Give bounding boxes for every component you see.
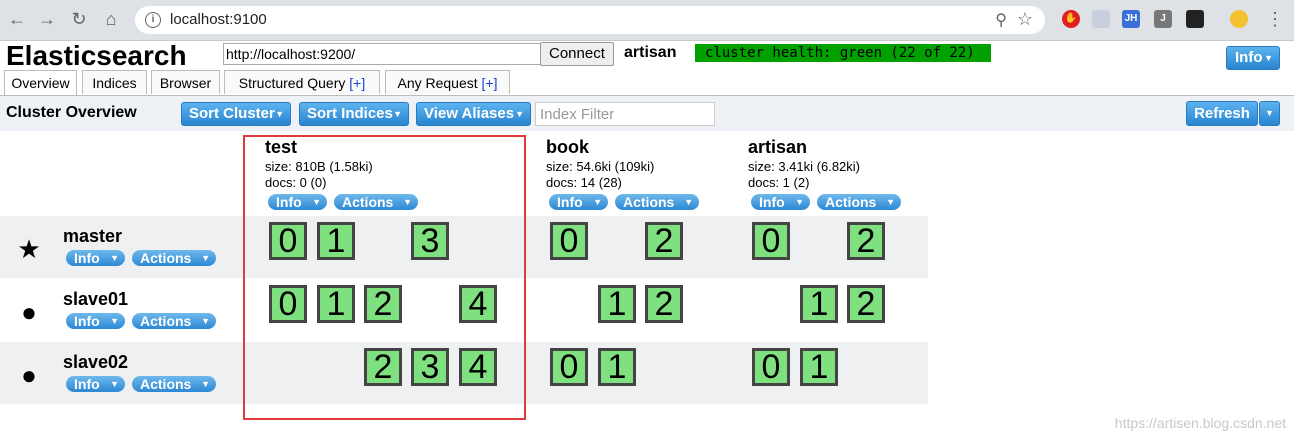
index-docs: docs: 1 (2): [748, 175, 810, 190]
app-title: Elasticsearch: [6, 40, 187, 71]
chevron-down-icon: ▼: [110, 253, 119, 263]
tab-indices[interactable]: Indices: [82, 70, 147, 94]
chevron-down-icon: ▼: [1265, 108, 1274, 118]
node-actions-button[interactable]: Actions ▼: [132, 376, 216, 392]
shard-artisan-0[interactable]: 0: [752, 222, 790, 260]
refresh-button[interactable]: Refresh: [1186, 101, 1258, 126]
chevron-down-icon: ▼: [393, 109, 402, 119]
forward-icon[interactable]: →: [36, 8, 58, 30]
tab-browser[interactable]: Browser: [151, 70, 220, 94]
connect-button[interactable]: Connect: [540, 42, 614, 66]
emoji-extension-icon[interactable]: [1230, 10, 1248, 28]
index-size: size: 54.6ki (109ki): [546, 159, 655, 174]
badge-extension-icon[interactable]: [1186, 10, 1204, 28]
json-extension-icon[interactable]: J: [1154, 10, 1172, 28]
chevron-down-icon: ▼: [684, 197, 693, 207]
shard-book-1[interactable]: 1: [598, 348, 636, 386]
node-info-button[interactable]: Info ▼: [66, 313, 125, 329]
node-actions-button[interactable]: Actions ▼: [132, 250, 216, 266]
tab-overview[interactable]: Overview: [4, 70, 77, 96]
address-url: localhost:9100: [170, 11, 267, 28]
tab-structured-query[interactable]: Structured Query [+]: [224, 70, 380, 94]
address-bar[interactable]: i localhost:9100 ⚲ ☆: [135, 6, 1045, 34]
chevron-down-icon: ▼: [201, 316, 210, 326]
node-info-button[interactable]: Info ▼: [66, 376, 125, 392]
index-actions-button[interactable]: Actions ▼: [615, 194, 699, 210]
node-dot-icon: ●: [21, 297, 37, 327]
shard-artisan-2[interactable]: 2: [847, 285, 885, 323]
node-name: slave01: [63, 289, 129, 309]
index-actions-button[interactable]: Actions ▼: [817, 194, 901, 210]
node-name: master: [63, 226, 123, 246]
browser-toolbar: ← → ↻ ⌂ i localhost:9100 ⚲ ☆ ✋ JH J ⋮: [0, 0, 1294, 41]
index-name: book: [546, 137, 589, 157]
chevron-down-icon: ▼: [795, 197, 804, 207]
shard-book-1[interactable]: 1: [598, 285, 636, 323]
chevron-down-icon: ▼: [201, 253, 210, 263]
site-info-icon[interactable]: i: [145, 12, 161, 28]
chevron-down-icon: ▼: [275, 109, 284, 119]
cluster-overview-title: Cluster Overview: [6, 104, 137, 121]
shard-artisan-0[interactable]: 0: [752, 348, 790, 386]
zoom-icon[interactable]: ⚲: [995, 10, 1007, 30]
view-aliases-button[interactable]: View Aliases ▼: [416, 102, 531, 126]
chevron-down-icon: ▼: [1264, 53, 1273, 63]
master-star-icon: ★: [17, 234, 41, 264]
chevron-down-icon: ▼: [515, 109, 524, 119]
shard-book-2[interactable]: 2: [645, 222, 683, 260]
index-name: artisan: [748, 137, 808, 157]
watermark: https://artisen.blog.csdn.net: [1114, 415, 1286, 431]
node-name: slave02: [63, 352, 129, 372]
shard-artisan-2[interactable]: 2: [847, 222, 885, 260]
cluster-name: artisan: [624, 44, 677, 61]
sort-indices-button[interactable]: Sort Indices ▼: [299, 102, 409, 126]
chevron-down-icon: ▼: [110, 316, 119, 326]
index-info-button[interactable]: Info ▼: [549, 194, 608, 210]
node-info-button[interactable]: Info ▼: [66, 250, 125, 266]
cluster-url-input[interactable]: http://localhost:9200/: [223, 43, 541, 65]
shard-artisan-1[interactable]: 1: [800, 285, 838, 323]
index-info-button[interactable]: Info ▼: [751, 194, 810, 210]
chevron-down-icon: ▼: [201, 379, 210, 389]
node-actions-button[interactable]: Actions ▼: [132, 313, 216, 329]
back-icon[interactable]: ←: [6, 8, 28, 30]
refresh-options-button[interactable]: ▼: [1259, 101, 1280, 126]
shard-book-2[interactable]: 2: [645, 285, 683, 323]
index-docs: docs: 14 (28): [546, 175, 622, 190]
extension-icon[interactable]: [1092, 10, 1110, 28]
tab-any-request[interactable]: Any Request [+]: [385, 70, 510, 94]
jh-extension-icon[interactable]: JH: [1122, 10, 1140, 28]
cluster-health-badge: cluster health: green (22 of 22): [695, 44, 991, 62]
adblock-extension-icon[interactable]: ✋: [1062, 10, 1080, 28]
home-icon[interactable]: ⌂: [100, 8, 122, 30]
chevron-down-icon: ▼: [886, 197, 895, 207]
reload-icon[interactable]: ↻: [68, 8, 90, 30]
shard-book-0[interactable]: 0: [550, 348, 588, 386]
bookmark-star-icon[interactable]: ☆: [1017, 9, 1033, 30]
header-info-label: Info: [1235, 49, 1263, 66]
index-size: size: 3.41ki (6.82ki): [748, 159, 860, 174]
tab-bar: Overview Indices Browser Structured Quer…: [0, 70, 1294, 96]
sort-cluster-button[interactable]: Sort Cluster ▼: [181, 102, 291, 126]
menu-icon[interactable]: ⋮: [1264, 8, 1286, 30]
chevron-down-icon: ▼: [593, 197, 602, 207]
shard-book-0[interactable]: 0: [550, 222, 588, 260]
node-dot-icon: ●: [21, 360, 37, 390]
header-info-button[interactable]: Info ▼: [1226, 46, 1280, 70]
highlight-box: [243, 135, 526, 420]
index-filter-input[interactable]: Index Filter: [535, 102, 715, 126]
shard-artisan-1[interactable]: 1: [800, 348, 838, 386]
chevron-down-icon: ▼: [110, 379, 119, 389]
